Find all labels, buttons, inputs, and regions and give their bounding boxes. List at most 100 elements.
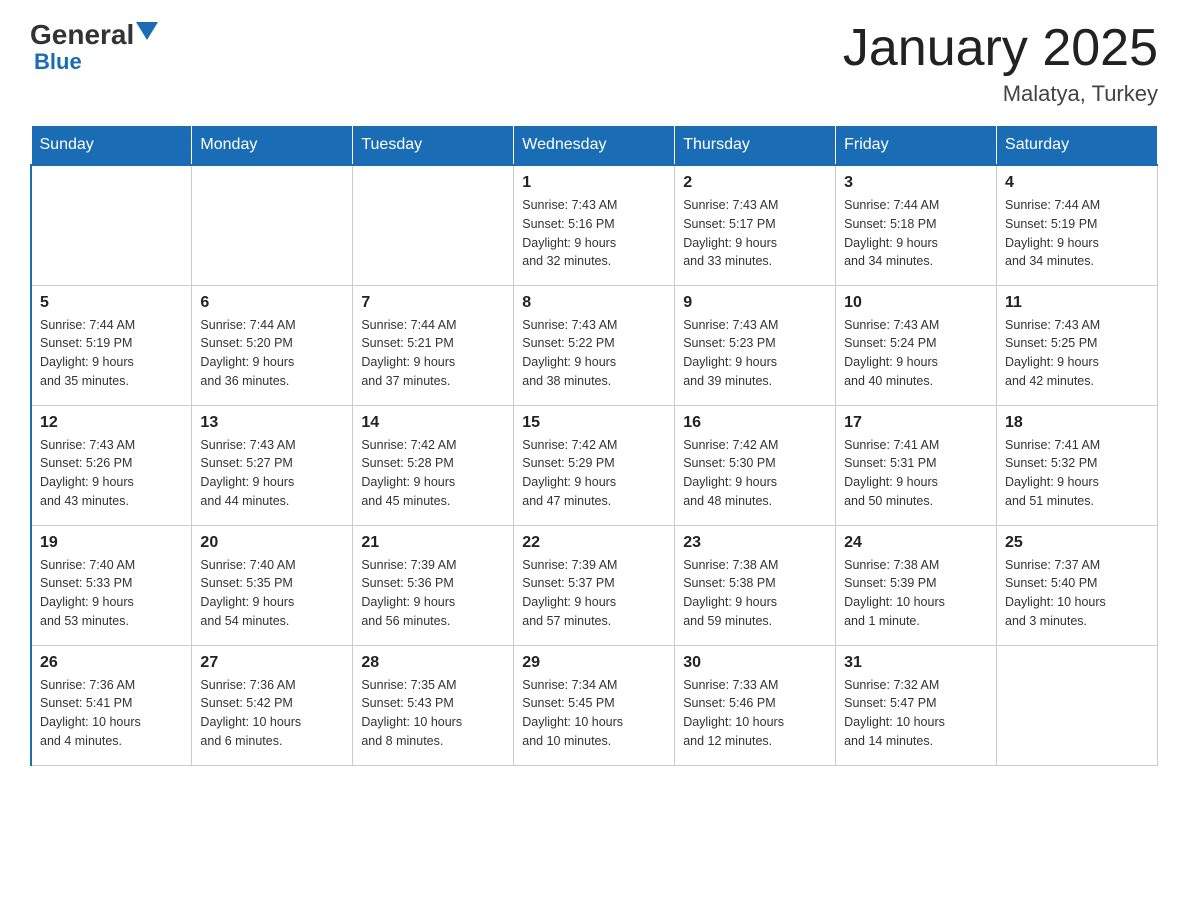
- day-number: 23: [683, 534, 827, 552]
- day-number: 8: [522, 294, 666, 312]
- calendar-header-row: Sunday Monday Tuesday Wednesday Thursday…: [31, 126, 1158, 166]
- day-number: 11: [1005, 294, 1149, 312]
- day-number: 5: [40, 294, 183, 312]
- table-row: 14 Sunrise: 7:42 AMSunset: 5:28 PMDayligh…: [353, 405, 514, 525]
- day-info: Sunrise: 7:36 AMSunset: 5:41 PMDaylight:…: [40, 676, 183, 751]
- day-info: Sunrise: 7:42 AMSunset: 5:29 PMDaylight:…: [522, 436, 666, 511]
- day-number: 9: [683, 294, 827, 312]
- logo-general: General: [30, 21, 134, 49]
- day-number: 10: [844, 294, 988, 312]
- header-monday: Monday: [192, 126, 353, 166]
- day-number: 27: [200, 654, 344, 672]
- day-info: Sunrise: 7:43 AMSunset: 5:16 PMDaylight:…: [522, 196, 666, 271]
- table-row: 25 Sunrise: 7:37 AMSunset: 5:40 PMDayligh…: [997, 525, 1158, 645]
- day-info: Sunrise: 7:44 AMSunset: 5:19 PMDaylight:…: [40, 316, 183, 391]
- table-row: [353, 165, 514, 285]
- table-row: 15 Sunrise: 7:42 AMSunset: 5:29 PMDayligh…: [514, 405, 675, 525]
- day-number: 14: [361, 414, 505, 432]
- table-row: 21 Sunrise: 7:39 AMSunset: 5:36 PMDayligh…: [353, 525, 514, 645]
- day-number: 29: [522, 654, 666, 672]
- calendar-week-row: 26 Sunrise: 7:36 AMSunset: 5:41 PMDayligh…: [31, 645, 1158, 765]
- logo: General Blue: [30, 20, 158, 75]
- day-number: 7: [361, 294, 505, 312]
- day-info: Sunrise: 7:44 AMSunset: 5:20 PMDaylight:…: [200, 316, 344, 391]
- table-row: 2 Sunrise: 7:43 AMSunset: 5:17 PMDaylight…: [675, 165, 836, 285]
- day-info: Sunrise: 7:33 AMSunset: 5:46 PMDaylight:…: [683, 676, 827, 751]
- calendar-week-row: 19 Sunrise: 7:40 AMSunset: 5:33 PMDayligh…: [31, 525, 1158, 645]
- day-info: Sunrise: 7:44 AMSunset: 5:18 PMDaylight:…: [844, 196, 988, 271]
- day-number: 13: [200, 414, 344, 432]
- calendar-week-row: 1 Sunrise: 7:43 AMSunset: 5:16 PMDaylight…: [31, 165, 1158, 285]
- day-info: Sunrise: 7:43 AMSunset: 5:24 PMDaylight:…: [844, 316, 988, 391]
- calendar-week-row: 12 Sunrise: 7:43 AMSunset: 5:26 PMDayligh…: [31, 405, 1158, 525]
- day-info: Sunrise: 7:43 AMSunset: 5:26 PMDaylight:…: [40, 436, 183, 511]
- table-row: 10 Sunrise: 7:43 AMSunset: 5:24 PMDayligh…: [836, 285, 997, 405]
- day-number: 15: [522, 414, 666, 432]
- day-info: Sunrise: 7:41 AMSunset: 5:32 PMDaylight:…: [1005, 436, 1149, 511]
- logo-blue: Blue: [34, 49, 82, 74]
- day-info: Sunrise: 7:39 AMSunset: 5:37 PMDaylight:…: [522, 556, 666, 631]
- table-row: 5 Sunrise: 7:44 AMSunset: 5:19 PMDaylight…: [31, 285, 192, 405]
- day-info: Sunrise: 7:34 AMSunset: 5:45 PMDaylight:…: [522, 676, 666, 751]
- table-row: [997, 645, 1158, 765]
- day-info: Sunrise: 7:40 AMSunset: 5:33 PMDaylight:…: [40, 556, 183, 631]
- table-row: 26 Sunrise: 7:36 AMSunset: 5:41 PMDayligh…: [31, 645, 192, 765]
- day-info: Sunrise: 7:37 AMSunset: 5:40 PMDaylight:…: [1005, 556, 1149, 631]
- calendar-title: January 2025: [843, 20, 1158, 77]
- table-row: 4 Sunrise: 7:44 AMSunset: 5:19 PMDaylight…: [997, 165, 1158, 285]
- title-area: January 2025 Malatya, Turkey: [843, 20, 1158, 107]
- day-number: 1: [522, 174, 666, 192]
- day-number: 21: [361, 534, 505, 552]
- table-row: 20 Sunrise: 7:40 AMSunset: 5:35 PMDayligh…: [192, 525, 353, 645]
- table-row: 11 Sunrise: 7:43 AMSunset: 5:25 PMDayligh…: [997, 285, 1158, 405]
- header-sunday: Sunday: [31, 126, 192, 166]
- day-number: 19: [40, 534, 183, 552]
- calendar-table: Sunday Monday Tuesday Wednesday Thursday…: [30, 125, 1158, 766]
- table-row: 23 Sunrise: 7:38 AMSunset: 5:38 PMDayligh…: [675, 525, 836, 645]
- table-row: 7 Sunrise: 7:44 AMSunset: 5:21 PMDaylight…: [353, 285, 514, 405]
- day-number: 26: [40, 654, 183, 672]
- day-info: Sunrise: 7:43 AMSunset: 5:27 PMDaylight:…: [200, 436, 344, 511]
- day-info: Sunrise: 7:44 AMSunset: 5:19 PMDaylight:…: [1005, 196, 1149, 271]
- day-info: Sunrise: 7:42 AMSunset: 5:28 PMDaylight:…: [361, 436, 505, 511]
- table-row: 6 Sunrise: 7:44 AMSunset: 5:20 PMDaylight…: [192, 285, 353, 405]
- table-row: 12 Sunrise: 7:43 AMSunset: 5:26 PMDayligh…: [31, 405, 192, 525]
- day-info: Sunrise: 7:40 AMSunset: 5:35 PMDaylight:…: [200, 556, 344, 631]
- table-row: [31, 165, 192, 285]
- day-info: Sunrise: 7:44 AMSunset: 5:21 PMDaylight:…: [361, 316, 505, 391]
- day-info: Sunrise: 7:43 AMSunset: 5:25 PMDaylight:…: [1005, 316, 1149, 391]
- day-info: Sunrise: 7:43 AMSunset: 5:22 PMDaylight:…: [522, 316, 666, 391]
- table-row: 28Sunrise: 7:35 AMSunset: 5:43 PMDayligh…: [353, 645, 514, 765]
- table-row: 13 Sunrise: 7:43 AMSunset: 5:27 PMDayligh…: [192, 405, 353, 525]
- table-row: 17Sunrise: 7:41 AMSunset: 5:31 PMDayligh…: [836, 405, 997, 525]
- day-info: Sunrise: 7:32 AMSunset: 5:47 PMDaylight:…: [844, 676, 988, 751]
- day-info: Sunrise: 7:38 AMSunset: 5:39 PMDaylight:…: [844, 556, 988, 631]
- table-row: [192, 165, 353, 285]
- day-number: 28: [361, 654, 505, 672]
- day-info: Sunrise: 7:38 AMSunset: 5:38 PMDaylight:…: [683, 556, 827, 631]
- day-number: 22: [522, 534, 666, 552]
- day-number: 2: [683, 174, 827, 192]
- day-number: 25: [1005, 534, 1149, 552]
- table-row: 9 Sunrise: 7:43 AMSunset: 5:23 PMDaylight…: [675, 285, 836, 405]
- day-info: Sunrise: 7:43 AMSunset: 5:17 PMDaylight:…: [683, 196, 827, 271]
- header-wednesday: Wednesday: [514, 126, 675, 166]
- day-info: Sunrise: 7:39 AMSunset: 5:36 PMDaylight:…: [361, 556, 505, 631]
- day-number: 20: [200, 534, 344, 552]
- table-row: 8 Sunrise: 7:43 AMSunset: 5:22 PMDaylight…: [514, 285, 675, 405]
- table-row: 29 Sunrise: 7:34 AMSunset: 5:45 PMDayligh…: [514, 645, 675, 765]
- header-tuesday: Tuesday: [353, 126, 514, 166]
- table-row: 27Sunrise: 7:36 AMSunset: 5:42 PMDayligh…: [192, 645, 353, 765]
- day-number: 16: [683, 414, 827, 432]
- logo-triangle-icon: [136, 22, 158, 44]
- day-number: 6: [200, 294, 344, 312]
- header: General Blue January 2025 Malatya, Turke…: [30, 20, 1158, 107]
- table-row: 3Sunrise: 7:44 AMSunset: 5:18 PMDaylight…: [836, 165, 997, 285]
- day-info: Sunrise: 7:43 AMSunset: 5:23 PMDaylight:…: [683, 316, 827, 391]
- day-number: 17: [844, 414, 988, 432]
- table-row: 19 Sunrise: 7:40 AMSunset: 5:33 PMDayligh…: [31, 525, 192, 645]
- day-number: 4: [1005, 174, 1149, 192]
- day-info: Sunrise: 7:42 AMSunset: 5:30 PMDaylight:…: [683, 436, 827, 511]
- day-number: 12: [40, 414, 183, 432]
- table-row: 16 Sunrise: 7:42 AMSunset: 5:30 PMDayligh…: [675, 405, 836, 525]
